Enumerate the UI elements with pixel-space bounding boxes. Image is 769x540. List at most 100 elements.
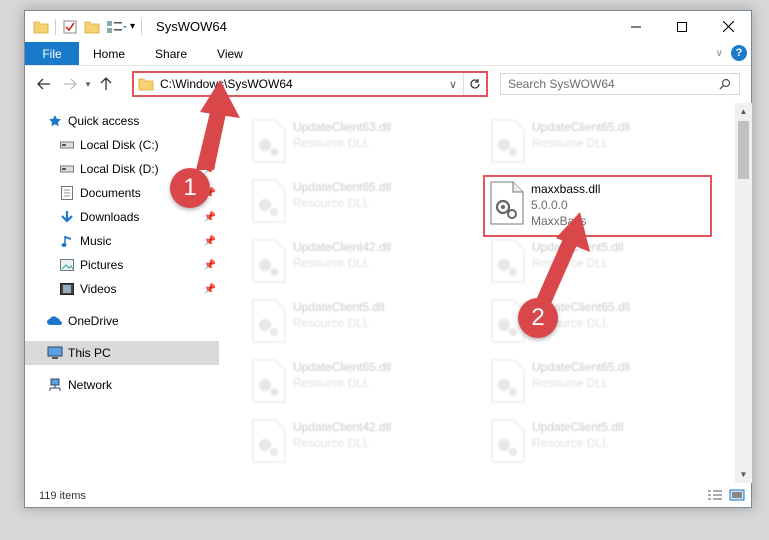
- recent-locations-icon[interactable]: ▾: [81, 73, 95, 95]
- file-type: Resource DLL: [293, 136, 370, 150]
- sidebar-item-label: Music: [80, 234, 112, 248]
- navigation-pane: Quick access Local Disk (C:) 📌 Local Dis…: [25, 103, 221, 483]
- file-item[interactable]: UpdateClient63.dll Resource DLL: [247, 115, 475, 171]
- sidebar-item-label: This PC: [68, 346, 111, 360]
- file-item[interactable]: UpdateClient42.dll Resource DLL: [247, 235, 475, 291]
- maximize-icon: [677, 21, 687, 32]
- back-button[interactable]: [33, 73, 55, 95]
- drive-icon: [59, 161, 75, 177]
- address-path-area[interactable]: C:\Windows\SysWOW64 ∨: [134, 73, 464, 95]
- sidebar-item-pictures[interactable]: Pictures 📌: [25, 253, 219, 277]
- file-name: maxxbass.dll: [531, 182, 601, 196]
- file-name: UpdateClient5.dll: [532, 240, 624, 254]
- cloud-icon: [47, 313, 63, 329]
- tab-file[interactable]: File: [25, 42, 79, 65]
- properties-icon[interactable]: [62, 19, 78, 35]
- file-item[interactable]: UpdateClient65.dll Resource DLL: [486, 355, 714, 411]
- pin-icon[interactable]: 📌: [204, 236, 216, 247]
- sidebar-item-music[interactable]: Music 📌: [25, 229, 219, 253]
- sidebar-item-onedrive[interactable]: OneDrive: [25, 309, 219, 333]
- vertical-scrollbar[interactable]: ▲ ▼: [735, 103, 752, 483]
- dll-file-icon: [491, 239, 525, 283]
- file-type: Resource DLL: [532, 136, 609, 150]
- pin-icon[interactable]: 📌: [204, 164, 216, 175]
- expand-ribbon-icon[interactable]: ∨: [716, 48, 723, 59]
- window-title: SysWOW64: [156, 19, 227, 34]
- pin-icon[interactable]: 📌: [204, 260, 216, 271]
- pin-icon[interactable]: 📌: [204, 284, 216, 295]
- sidebar-item-label: Local Disk (D:): [80, 162, 159, 176]
- folder-icon: [33, 21, 49, 33]
- file-item[interactable]: UpdateClient65.dll Resource DLL: [247, 355, 475, 411]
- sidebar-item-videos[interactable]: Videos 📌: [25, 277, 219, 301]
- address-dropdown-icon[interactable]: ∨: [449, 78, 457, 91]
- file-description: MaxxBass: [531, 214, 587, 228]
- dll-file-icon: [491, 419, 525, 463]
- file-name: UpdateClient65.dll: [293, 180, 392, 194]
- file-version: 5.0.0.0: [531, 198, 568, 212]
- file-item[interactable]: UpdateClient5.dll Resource DLL: [486, 235, 714, 291]
- dll-file-icon: [252, 419, 286, 463]
- file-type: Resource DLL: [293, 376, 370, 390]
- file-type: Resource DLL: [293, 436, 370, 450]
- file-item[interactable]: UpdateClient65.dll Resource DLL: [486, 115, 714, 171]
- document-icon: [59, 185, 75, 201]
- large-icons-view-icon[interactable]: [729, 489, 745, 501]
- sidebar-item-this-pc[interactable]: This PC: [25, 341, 219, 365]
- help-icon[interactable]: ?: [731, 45, 747, 61]
- file-type: Resource DLL: [293, 256, 370, 270]
- sidebar-item-downloads[interactable]: Downloads 📌: [25, 205, 219, 229]
- customize-qa-icon[interactable]: ▾: [130, 21, 135, 32]
- dll-file-icon: [252, 299, 286, 343]
- file-item[interactable]: UpdateClient5.dll Resource DLL: [486, 415, 714, 471]
- forward-button[interactable]: [59, 73, 81, 95]
- item-count: 119 items: [39, 490, 86, 502]
- dll-file-icon: [252, 179, 286, 223]
- file-type: Resource DLL: [532, 256, 609, 270]
- refresh-icon: [470, 79, 480, 89]
- sidebar-item-label: Pictures: [80, 258, 124, 272]
- up-button[interactable]: [95, 73, 117, 95]
- sidebar-item-network[interactable]: Network: [25, 373, 219, 397]
- sidebar-item-local-disk-c[interactable]: Local Disk (C:) 📌: [25, 133, 219, 157]
- drive-icon: [59, 137, 75, 153]
- dll-file-icon: [252, 359, 286, 403]
- close-icon: [722, 21, 734, 32]
- minimize-icon: [631, 26, 641, 27]
- sidebar-item-label: Network: [68, 378, 113, 392]
- address-bar[interactable]: C:\Windows\SysWOW64 ∨: [132, 71, 488, 97]
- tab-home[interactable]: Home: [79, 42, 140, 65]
- sidebar-item-label: Videos: [80, 282, 117, 296]
- refresh-button[interactable]: [464, 78, 486, 90]
- search-icon: [719, 78, 731, 90]
- tab-share[interactable]: Share: [140, 42, 202, 65]
- status-bar: 119 items: [25, 485, 751, 507]
- scroll-thumb[interactable]: [738, 121, 749, 179]
- new-folder-icon[interactable]: [84, 19, 100, 35]
- dll-file-icon: [252, 239, 286, 283]
- explorer-window: ▾ SysWOW64 File Home Share View ∨ ? ▾ C:…: [24, 10, 752, 508]
- view-toggle: [707, 489, 745, 501]
- details-view-icon[interactable]: [707, 489, 723, 501]
- scroll-up-icon[interactable]: ▲: [735, 103, 752, 120]
- pin-icon[interactable]: 📌: [204, 212, 216, 223]
- title-bar: ▾ SysWOW64: [25, 11, 751, 42]
- file-item[interactable]: UpdateClient42.dll Resource DLL: [247, 415, 475, 471]
- address-row: ▾ C:\Windows\SysWOW64 ∨ Search SysWOW64: [25, 67, 751, 101]
- close-button[interactable]: [705, 11, 751, 42]
- scroll-down-icon[interactable]: ▼: [735, 466, 752, 483]
- file-name: UpdateClient63.dll: [293, 120, 392, 134]
- star-icon: [47, 113, 63, 129]
- minimize-button[interactable]: [613, 11, 659, 42]
- file-item[interactable]: UpdateClient5.dll Resource DLL: [247, 295, 475, 351]
- file-name: UpdateClient5.dll: [293, 300, 385, 314]
- sidebar-item-quick-access[interactable]: Quick access: [25, 109, 219, 133]
- tab-view[interactable]: View: [202, 42, 258, 65]
- view-options-icon[interactable]: [106, 19, 126, 35]
- pin-icon[interactable]: 📌: [204, 140, 216, 151]
- maxxbass-file-item[interactable]: maxxbass.dll 5.0.0.0 MaxxBass: [483, 175, 712, 237]
- file-item[interactable]: UpdateClient65.dll Resource DLL: [247, 175, 475, 231]
- search-box[interactable]: Search SysWOW64: [500, 73, 740, 95]
- maximize-button[interactable]: [659, 11, 705, 42]
- download-icon: [59, 209, 75, 225]
